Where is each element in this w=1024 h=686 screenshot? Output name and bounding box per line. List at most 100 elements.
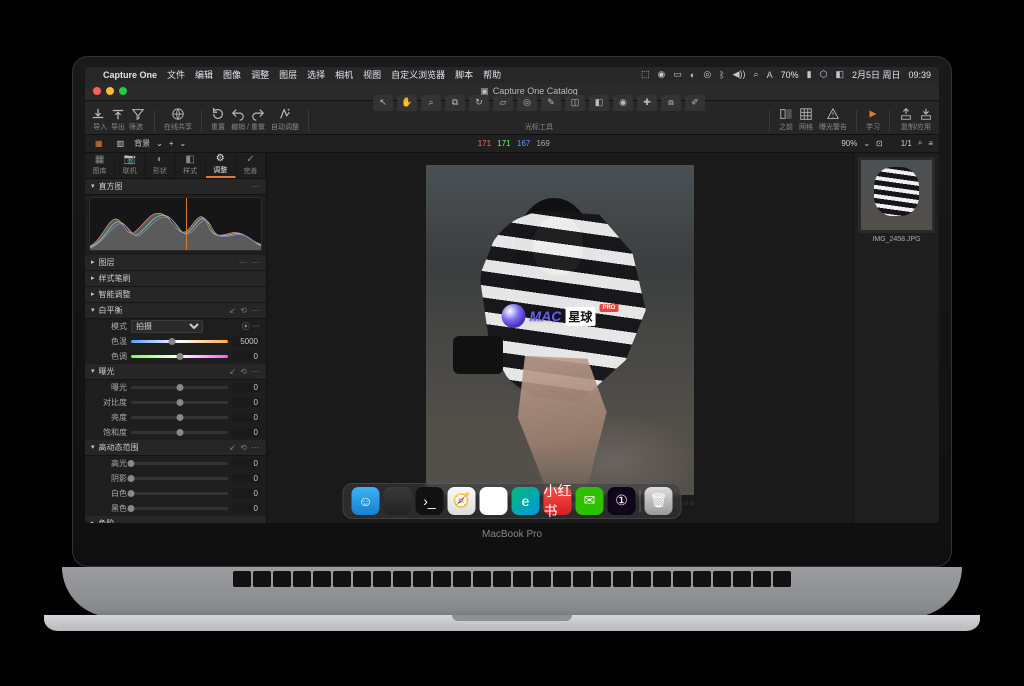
menu-layer[interactable]: 图层 bbox=[279, 68, 297, 81]
dock-chrome[interactable]: ◉ bbox=[480, 487, 508, 515]
wh-slider[interactable] bbox=[131, 492, 228, 495]
wh-val[interactable]: 0 bbox=[232, 489, 260, 498]
before-icon[interactable] bbox=[779, 107, 793, 121]
menu-script[interactable]: 脚本 bbox=[455, 68, 473, 81]
exp-slider[interactable] bbox=[131, 386, 228, 389]
contrast-val[interactable]: 0 bbox=[232, 398, 260, 407]
dock-xiaohongshu[interactable]: 小红书 bbox=[544, 487, 572, 515]
display-icon[interactable]: ▭ bbox=[673, 69, 682, 80]
cursor-radial[interactable]: ◉ bbox=[613, 95, 633, 111]
cursor-arrow[interactable]: ↖ bbox=[373, 95, 393, 111]
dock-wechat[interactable]: ✉ bbox=[576, 487, 604, 515]
zoom-dropdown-icon[interactable]: ⌄ bbox=[863, 139, 870, 148]
battery-icon[interactable]: ▮ bbox=[807, 69, 812, 80]
wechat-tray-icon[interactable]: ◐ bbox=[690, 70, 695, 80]
sat-val[interactable]: 0 bbox=[232, 428, 260, 437]
section-hdr[interactable]: ▾高动态范围↙ ⟲ ⋯ bbox=[85, 440, 266, 456]
thumbnail-card[interactable] bbox=[858, 157, 935, 233]
bright-val[interactable]: 0 bbox=[232, 413, 260, 422]
tray-icon[interactable]: ⬚ bbox=[641, 69, 650, 80]
wb-temp-slider[interactable] bbox=[131, 340, 228, 343]
control-center-icon[interactable]: ◧ bbox=[835, 69, 844, 80]
apply-icon[interactable] bbox=[919, 107, 933, 121]
bright-slider[interactable] bbox=[131, 416, 228, 419]
export-icon[interactable] bbox=[111, 107, 125, 121]
eye-icon[interactable]: ◎ bbox=[703, 69, 711, 80]
view-multi-icon[interactable]: ▥ bbox=[113, 137, 129, 150]
maximize-button[interactable] bbox=[119, 87, 127, 95]
tab-library[interactable]: ▦图库 bbox=[85, 153, 115, 178]
auto-adjust-icon[interactable] bbox=[278, 107, 292, 121]
section-histogram[interactable]: ▾直方图⋯ bbox=[85, 179, 266, 195]
cursor-hand[interactable]: ✋ bbox=[397, 95, 417, 111]
section-layers[interactable]: ▸图层⋯ ⋯ bbox=[85, 255, 266, 271]
cursor-keystone[interactable]: ▱ bbox=[493, 95, 513, 111]
cursor-zoom[interactable]: ⌕ bbox=[421, 95, 441, 111]
exp-val[interactable]: 0 bbox=[232, 383, 260, 392]
wb-tint-slider[interactable] bbox=[131, 355, 228, 358]
menu-file[interactable]: 文件 bbox=[167, 68, 185, 81]
tab-adjust[interactable]: ⚙调整 bbox=[206, 153, 236, 178]
dock-trash[interactable]: 🗑 bbox=[645, 487, 673, 515]
menu-image[interactable]: 图像 bbox=[223, 68, 241, 81]
spotlight-icon[interactable]: ⌕ bbox=[754, 69, 759, 80]
thumbnail-image[interactable] bbox=[861, 160, 932, 230]
menu-adjust[interactable]: 调整 bbox=[251, 68, 269, 81]
dock-safari[interactable]: 🧭 bbox=[448, 487, 476, 515]
tab-refine[interactable]: ✓完善 bbox=[236, 153, 266, 178]
wb-mode-select[interactable]: 拍摄 bbox=[131, 320, 203, 333]
cursor-crop[interactable]: ⧉ bbox=[445, 95, 465, 111]
filter-icon[interactable] bbox=[131, 107, 145, 121]
menu-camera[interactable]: 相机 bbox=[335, 68, 353, 81]
import-icon[interactable] bbox=[91, 107, 105, 121]
fit-icon[interactable]: ⊡ bbox=[876, 139, 883, 148]
menu-view[interactable]: 视图 bbox=[363, 68, 381, 81]
sh-val[interactable]: 0 bbox=[232, 474, 260, 483]
redo-icon[interactable] bbox=[251, 107, 265, 121]
menubar-time[interactable]: 09:39 bbox=[908, 70, 931, 80]
share-icon[interactable] bbox=[171, 107, 185, 121]
hl-val[interactable]: 0 bbox=[232, 459, 260, 468]
dock-capture-one[interactable]: ① bbox=[608, 487, 636, 515]
menu-help[interactable]: 帮助 bbox=[483, 68, 501, 81]
cursor-gradient[interactable]: ◧ bbox=[589, 95, 609, 111]
section-style-brush[interactable]: ▸样式笔刷 bbox=[85, 271, 266, 287]
cursor-brush[interactable]: ✎ bbox=[541, 95, 561, 111]
add-icon[interactable]: + bbox=[169, 139, 174, 148]
undo-icon[interactable] bbox=[231, 107, 245, 121]
grid-icon[interactable] bbox=[799, 107, 813, 121]
sat-slider[interactable] bbox=[131, 431, 228, 434]
dock-launchpad[interactable] bbox=[384, 487, 412, 515]
menu-edit[interactable]: 编辑 bbox=[195, 68, 213, 81]
section-exposure[interactable]: ▾曝光↙ ⟲ ⋯ bbox=[85, 364, 266, 380]
hl-slider[interactable] bbox=[131, 462, 228, 465]
cursor-heal[interactable]: ✚ bbox=[637, 95, 657, 111]
cursor-rotate[interactable]: ↻ bbox=[469, 95, 489, 111]
search-icon[interactable]: ⌕ bbox=[918, 138, 922, 148]
bk-slider[interactable] bbox=[131, 507, 228, 510]
sh-slider[interactable] bbox=[131, 477, 228, 480]
sort-icon[interactable]: ≡ bbox=[928, 139, 933, 148]
cursor-annotate[interactable]: ✐ bbox=[685, 95, 705, 111]
menu-select[interactable]: 选择 bbox=[307, 68, 325, 81]
copy-icon[interactable] bbox=[899, 107, 913, 121]
section-levels[interactable]: ▸色阶 bbox=[85, 516, 266, 523]
minus-icon[interactable]: ⌄ bbox=[180, 139, 187, 148]
dock-finder[interactable]: ☺ bbox=[352, 487, 380, 515]
view-single-icon[interactable]: ▦ bbox=[91, 137, 107, 150]
section-white-balance[interactable]: ▾白平衡↙ ⟲ ⋯ bbox=[85, 303, 266, 319]
cursor-erase[interactable]: ◫ bbox=[565, 95, 585, 111]
bluetooth-icon[interactable]: ᛒ bbox=[719, 70, 724, 80]
bk-val[interactable]: 0 bbox=[232, 504, 260, 513]
input-icon[interactable]: A bbox=[767, 70, 773, 80]
dock-edge[interactable]: e bbox=[512, 487, 540, 515]
picker-icon[interactable]: ⦿ ⋯ bbox=[242, 321, 260, 332]
menu-browser[interactable]: 自定义浏览器 bbox=[391, 68, 445, 81]
reset-icon[interactable] bbox=[211, 107, 225, 121]
camera-icon[interactable]: ◉ bbox=[658, 69, 666, 80]
app-name[interactable]: Capture One bbox=[103, 70, 157, 80]
bg-dropdown-icon[interactable]: ⌄ bbox=[156, 139, 163, 148]
minimize-button[interactable] bbox=[106, 87, 114, 95]
close-button[interactable] bbox=[93, 87, 101, 95]
wb-temp-value[interactable]: 5000 bbox=[232, 337, 260, 346]
